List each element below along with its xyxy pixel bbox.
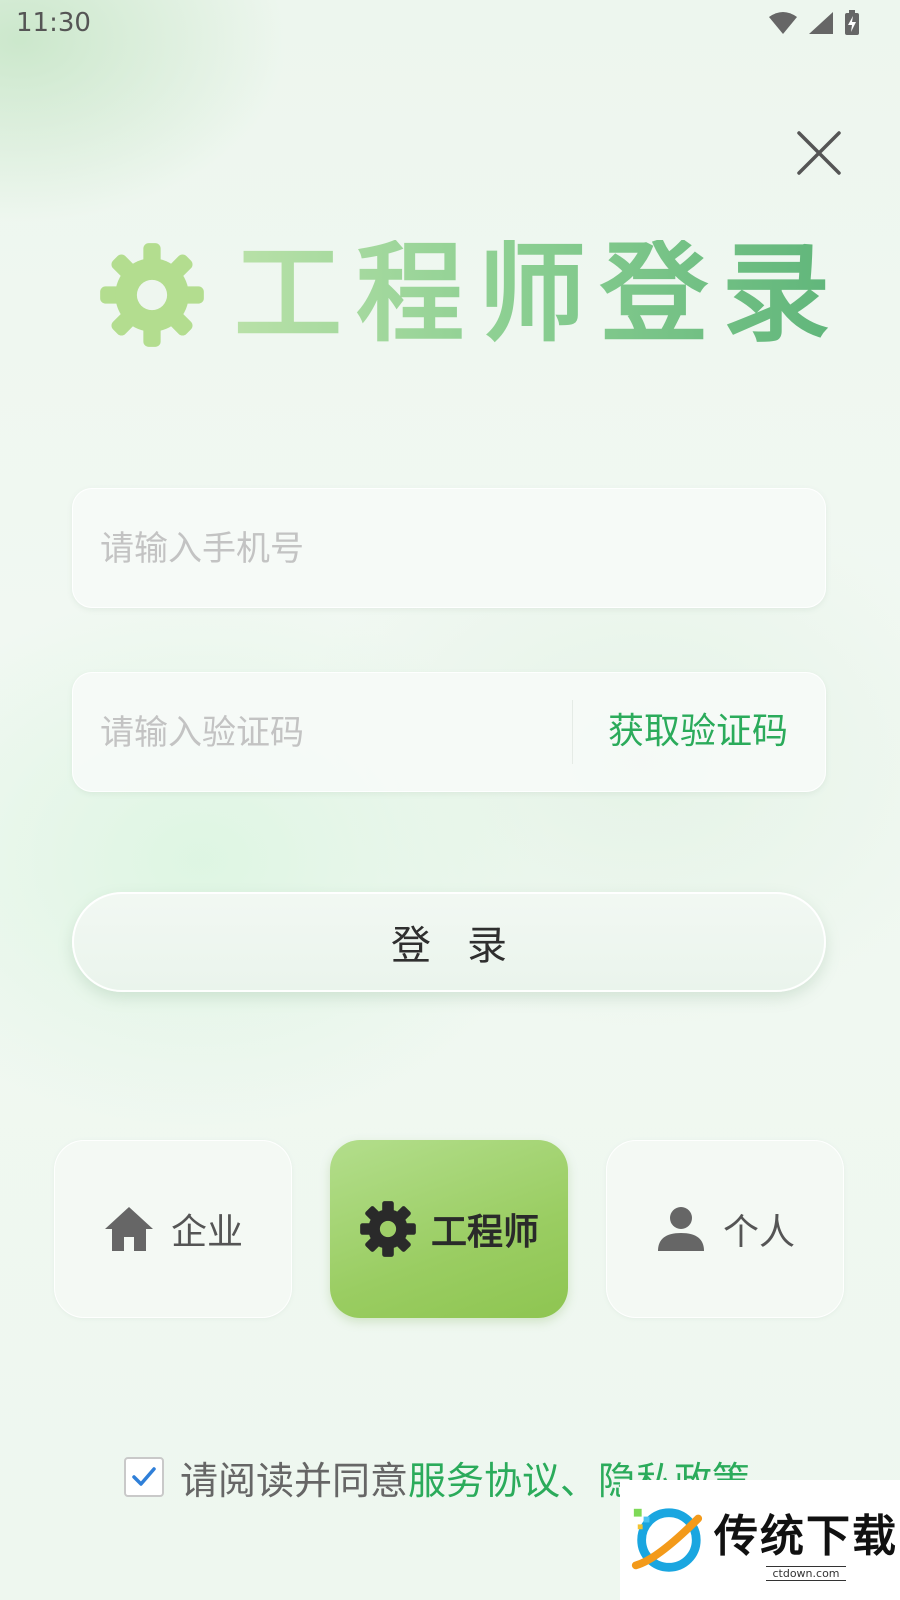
get-code-button[interactable]: 获取验证码 bbox=[608, 672, 788, 792]
wifi-icon bbox=[769, 12, 797, 34]
login-button[interactable]: 登录 bbox=[72, 892, 826, 992]
watermark: 传统下载 ctdown.com bbox=[620, 1480, 900, 1600]
gear-icon bbox=[360, 1201, 416, 1257]
role-label: 企业 bbox=[170, 1212, 243, 1253]
ctdown-logo-icon bbox=[631, 1508, 703, 1572]
home-icon bbox=[104, 1207, 153, 1251]
page-title: 工程师登录 bbox=[98, 240, 844, 350]
watermark-title: 传统下载 bbox=[714, 1510, 898, 1562]
code-field[interactable]: 获取验证码 bbox=[72, 672, 826, 794]
divider bbox=[572, 700, 573, 764]
code-input[interactable] bbox=[98, 672, 542, 794]
role-personal-tab[interactable]: 个人 bbox=[606, 1140, 844, 1318]
role-engineer-tab[interactable]: 工程师 bbox=[330, 1140, 568, 1318]
agreement-prefix: 请阅读并同意 bbox=[180, 1458, 409, 1503]
check-icon bbox=[132, 1467, 156, 1486]
role-label: 工程师 bbox=[430, 1212, 539, 1253]
signal-icon bbox=[809, 12, 833, 34]
agreement-separator: 、 bbox=[560, 1458, 599, 1503]
watermark-text: 传统下载 ctdown.com bbox=[714, 1500, 898, 1581]
watermark-subtitle: ctdown.com bbox=[766, 1565, 846, 1581]
close-icon bbox=[797, 131, 841, 175]
title-text: 工程师登录 bbox=[234, 232, 845, 357]
role-company-tab[interactable]: 企业 bbox=[54, 1140, 292, 1318]
role-label: 个人 bbox=[722, 1212, 795, 1253]
terms-link[interactable]: 服务协议 bbox=[408, 1450, 560, 1505]
status-time: 11:30 bbox=[16, 8, 91, 38]
agreement-checkbox[interactable] bbox=[124, 1457, 164, 1497]
phone-input[interactable] bbox=[98, 488, 802, 610]
close-button[interactable] bbox=[796, 130, 842, 176]
status-icons bbox=[768, 10, 860, 36]
phone-field[interactable] bbox=[72, 488, 826, 610]
gear-icon bbox=[100, 243, 204, 347]
person-icon bbox=[657, 1207, 704, 1251]
battery-charging-icon bbox=[845, 10, 859, 35]
